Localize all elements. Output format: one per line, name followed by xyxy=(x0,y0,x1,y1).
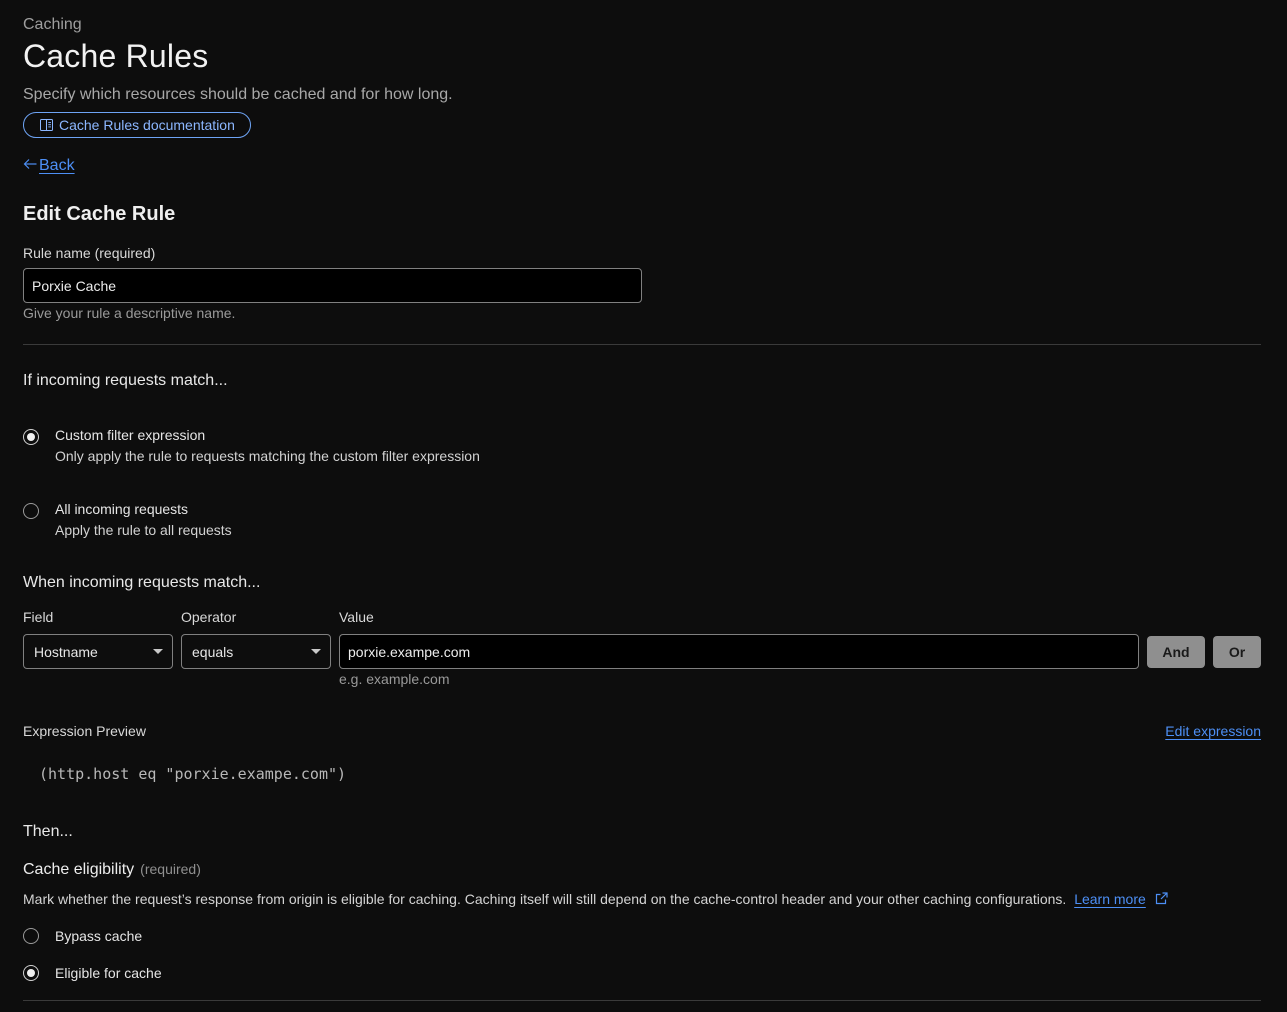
rule-name-label: Rule name (required) xyxy=(23,245,156,261)
form-title: Edit Cache Rule xyxy=(23,203,176,225)
documentation-link-label: Cache Rules documentation xyxy=(59,117,235,133)
all-requests-title: All incoming requests xyxy=(55,501,189,517)
field-select[interactable]: Hostname xyxy=(23,634,173,669)
documentation-link[interactable]: Cache Rules documentation xyxy=(23,112,251,138)
custom-filter-subtitle: Only apply the rule to requests matching… xyxy=(55,448,480,464)
radio-eligible-for-cache[interactable] xyxy=(23,965,39,981)
required-tag: (required) xyxy=(140,861,201,877)
radio-custom-filter-expression[interactable] xyxy=(23,429,39,445)
radio-bypass-cache[interactable] xyxy=(23,928,39,944)
back-link[interactable]: Back xyxy=(23,157,75,175)
operator-label: Operator xyxy=(181,609,237,625)
divider xyxy=(23,1000,1261,1001)
cache-eligibility-text: Mark whether the request’s response from… xyxy=(23,891,1067,907)
caret-down-icon xyxy=(311,649,321,654)
rule-name-input[interactable] xyxy=(23,268,642,303)
value-label: Value xyxy=(339,609,374,625)
expression-preview-code: (http.host eq "porxie.exampe.com") xyxy=(39,765,347,783)
caret-down-icon xyxy=(153,649,163,654)
match-heading: If incoming requests match... xyxy=(23,372,228,389)
divider xyxy=(23,344,1261,345)
arrow-left-icon xyxy=(23,157,37,175)
cache-eligibility-description: Mark whether the request’s response from… xyxy=(23,891,1168,908)
custom-filter-title: Custom filter expression xyxy=(55,427,206,443)
learn-more-link[interactable]: Learn more xyxy=(1074,891,1146,907)
field-label: Field xyxy=(23,609,54,625)
value-input[interactable] xyxy=(339,634,1139,669)
eligible-for-cache-label: Eligible for cache xyxy=(55,965,162,981)
expression-preview-label: Expression Preview xyxy=(23,723,146,739)
all-requests-subtitle: Apply the rule to all requests xyxy=(55,522,232,538)
field-select-value: Hostname xyxy=(34,643,98,660)
external-link-icon[interactable] xyxy=(1155,892,1168,908)
bypass-cache-label: Bypass cache xyxy=(55,928,143,944)
operator-select[interactable]: equals xyxy=(181,634,331,669)
cache-eligibility-title: Cache eligibility (required) xyxy=(23,861,201,879)
and-button[interactable]: And xyxy=(1147,636,1205,668)
then-heading: Then... xyxy=(23,823,73,840)
or-button[interactable]: Or xyxy=(1213,636,1261,668)
radio-all-incoming-requests[interactable] xyxy=(23,503,39,519)
cache-eligibility-label: Cache eligibility xyxy=(23,861,135,878)
page-description: Specify which resources should be cached… xyxy=(23,86,453,103)
book-icon xyxy=(40,119,53,131)
rule-name-hint: Give your rule a descriptive name. xyxy=(23,305,236,321)
value-hint: e.g. example.com xyxy=(339,671,450,687)
filter-heading: When incoming requests match... xyxy=(23,574,261,591)
back-link-label: Back xyxy=(39,157,75,174)
page-title: Cache Rules xyxy=(23,38,209,74)
edit-expression-link[interactable]: Edit expression xyxy=(1165,723,1261,739)
operator-select-value: equals xyxy=(192,643,234,660)
section-label: Caching xyxy=(23,16,82,33)
